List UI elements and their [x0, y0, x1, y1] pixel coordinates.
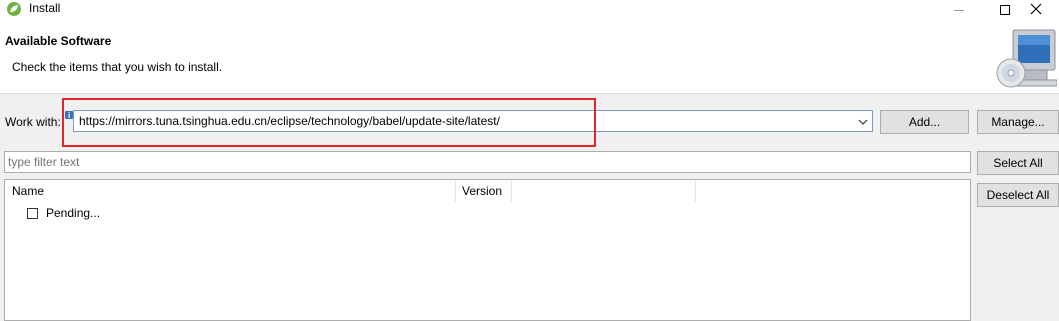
annotation-highlight-box [62, 98, 596, 147]
column-header-version[interactable]: Version [462, 184, 502, 198]
close-button[interactable] [1013, 0, 1059, 20]
window-title: Install [29, 1, 61, 15]
software-tree[interactable]: Name Version Pending... [4, 179, 971, 321]
chevron-down-icon[interactable] [858, 116, 868, 126]
tree-header: Name Version [5, 180, 970, 202]
page-description: Check the items that you wish to install… [12, 60, 223, 74]
row-checkbox[interactable] [27, 207, 38, 219]
row-name: Pending... [46, 206, 101, 220]
select-all-button[interactable]: Select All [977, 151, 1059, 175]
column-separator[interactable] [511, 180, 512, 202]
filter-input[interactable] [5, 152, 966, 172]
install-wizard-computer-cd-icon [995, 28, 1058, 90]
column-separator[interactable] [695, 180, 696, 202]
page-title: Available Software [5, 34, 112, 48]
deselect-all-button[interactable]: Deselect All [977, 183, 1059, 207]
tree-row[interactable]: Pending... [27, 206, 100, 220]
work-with-label: Work with: [5, 115, 61, 129]
column-separator[interactable] [455, 180, 456, 202]
add-button[interactable]: Add... [880, 110, 969, 134]
close-icon [1030, 3, 1042, 18]
eclipse-spring-leaf-icon [6, 1, 22, 17]
minimize-button[interactable] [936, 0, 982, 20]
minimize-icon [954, 9, 964, 11]
wizard-header: Available Software Check the items that … [0, 20, 1059, 94]
column-header-name[interactable]: Name [12, 184, 44, 198]
maximize-icon [1000, 5, 1010, 15]
title-bar: Install [0, 0, 1059, 20]
manage-button[interactable]: Manage... [977, 110, 1059, 134]
filter-field[interactable] [4, 151, 971, 173]
